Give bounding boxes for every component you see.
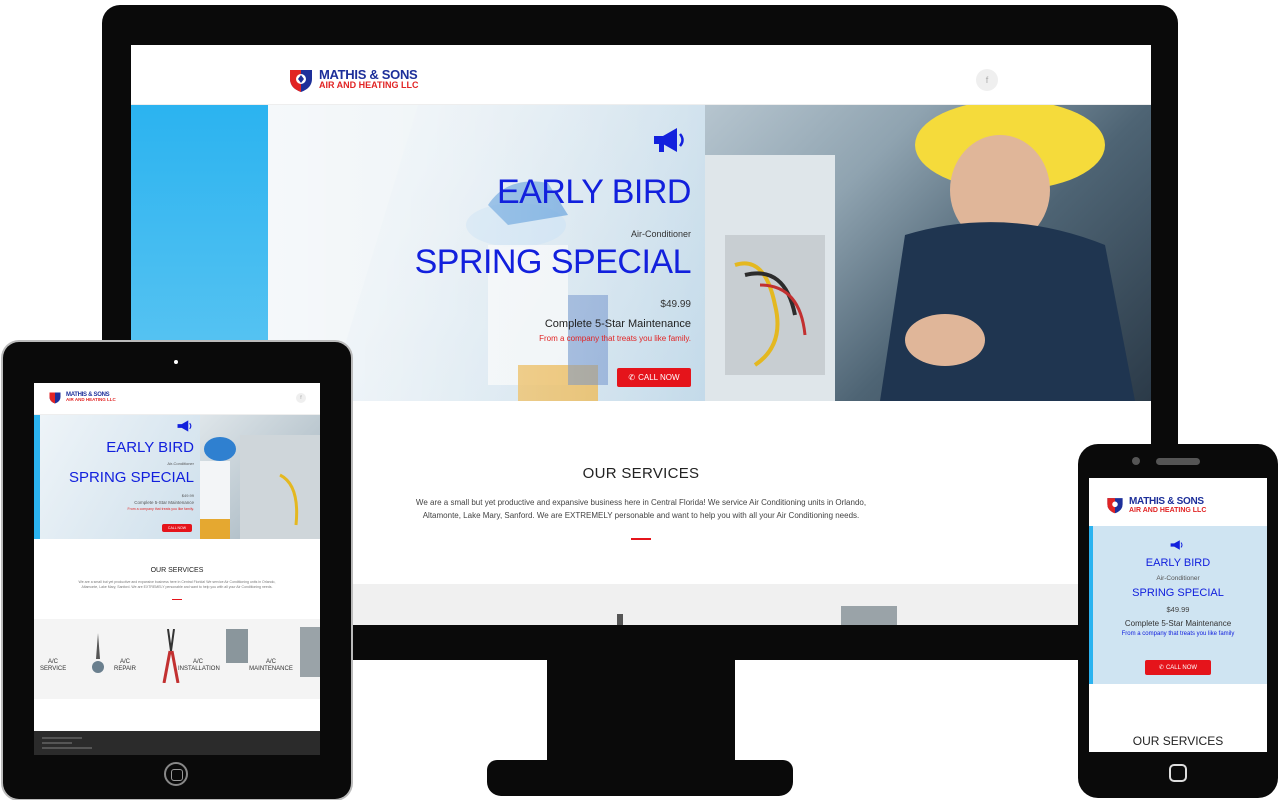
site-header: MATHIS & SONS AIR AND HEATING LLC f [131, 45, 1151, 105]
tablet-services-body: We are a small but yet productive and ex… [64, 580, 290, 591]
tablet-hero-service: Complete 5-Star Maintenance [134, 500, 194, 505]
tablet-megaphone-icon [176, 419, 194, 433]
hero-tagline: From a company that treats you like fami… [539, 334, 691, 343]
tablet-hero-photo-right [200, 415, 320, 539]
logo-line2: AIR AND HEATING LLC [319, 80, 419, 90]
phone-hero: EARLY BIRD Air-Conditioner SPRING SPECIA… [1089, 526, 1267, 684]
tablet-website: MATHIS & SONS AIR AND HEATING LLC f EARL… [34, 383, 320, 755]
service-item-ac-service[interactable]: A/C SERVICE [40, 659, 66, 672]
service-item-bottom: INSTALLATION [178, 665, 220, 672]
service-item-ac-maintenance[interactable]: A/C MAINTENANCE [248, 659, 294, 672]
phone-services-title: OUR SERVICES [1132, 734, 1224, 748]
phone-call-now-label: CALL NOW [1165, 664, 1198, 671]
monitor-neck [547, 658, 735, 768]
tablet-home-button[interactable] [164, 762, 188, 786]
footer-line [42, 747, 92, 749]
service-item-top: A/C [47, 659, 58, 665]
tool-image [617, 614, 623, 625]
ac-unit-small-image [226, 629, 248, 663]
hero-headline: EARLY BIRD [496, 173, 692, 211]
phone-logo[interactable]: MATHIS & SONS AIR AND HEATING LLC [1105, 496, 1206, 514]
service-item-bottom: MAINTENANCE [249, 665, 293, 672]
phone-hero-price: $49.99 [1166, 605, 1190, 614]
tablet-header: MATHIS & SONS AIR AND HEATING LLC f [34, 383, 320, 415]
footer-line [42, 737, 82, 739]
tablet-logo[interactable]: MATHIS & SONS AIR AND HEATING LLC [48, 391, 116, 404]
footer-line [42, 742, 72, 744]
service-item-bottom: SERVICE [40, 665, 67, 672]
tablet-services-body-line2: Altamonte, Lake Mary, Sanford. We are EX… [81, 585, 273, 590]
tablet-logo-shield-icon [49, 392, 61, 404]
phone-hero-service: Complete 5-Star Maintenance [1124, 619, 1232, 628]
tablet-services-title: OUR SERVICES [150, 567, 204, 574]
services-divider [631, 538, 651, 540]
service-item-ac-repair[interactable]: A/C REPAIR [112, 659, 138, 672]
tablet-footer [34, 731, 320, 755]
tablet-facebook-icon[interactable]: f [296, 393, 306, 403]
phone-megaphone-icon [1169, 538, 1185, 550]
tablet-hero: EARLY BIRD Air-Conditioner SPRING SPECIA… [34, 415, 320, 539]
hero-subheadline: SPRING SPECIAL [414, 243, 692, 281]
service-item-bottom: REPAIR [114, 665, 136, 672]
phone-speaker [1156, 458, 1200, 465]
tablet-services-divider [172, 599, 182, 600]
megaphone-icon [651, 125, 689, 155]
phone-logo-line1: MATHIS & SONS [1129, 495, 1204, 507]
tablet-camera [174, 360, 178, 364]
call-now-label: CALL NOW [638, 373, 680, 382]
hero-eyebrow: Air-Conditioner [630, 229, 691, 239]
tablet-services-grid: A/C SERVICE A/C REPAIR A/C INSTALLATION … [34, 619, 320, 699]
service-item-ac-installation[interactable]: A/C INSTALLATION [178, 659, 220, 672]
ac-condenser-image [300, 627, 320, 677]
hero-service: Complete 5-Star Maintenance [544, 318, 691, 330]
phone-camera [1132, 457, 1140, 465]
phone-home-button[interactable] [1161, 758, 1195, 788]
phone-hero-headline: EARLY BIRD [1145, 557, 1211, 569]
tablet-call-now-label: CALL NOW [167, 526, 187, 530]
phone-website: MATHIS & SONS AIR AND HEATING LLC EARLY … [1089, 478, 1267, 752]
service-item-top: A/C [265, 659, 276, 665]
phone-hero-subheadline: SPRING SPECIAL [1132, 587, 1224, 599]
tablet-hero-headline: EARLY BIRD [106, 439, 194, 456]
tablet-hero-tagline: From a company that treats you like fami… [127, 507, 194, 511]
tablet-hero-subheadline: SPRING SPECIAL [68, 469, 194, 486]
pliers-image [160, 628, 182, 684]
phone-logo-line2: AIR AND HEATING LLC [1129, 506, 1207, 514]
facebook-icon[interactable]: f [976, 69, 998, 91]
tablet-hero-eyebrow: Air-Conditioner [167, 461, 194, 466]
phone-hero-tagline: From a company that treats you like fami… [1121, 631, 1235, 637]
tablet-logo-line2: AIR AND HEATING LLC [66, 397, 116, 403]
logo-shield-icon [287, 67, 315, 92]
phone-call-now-button[interactable]: ✆ CALL NOW [1145, 660, 1211, 675]
hero-photo-worker [705, 105, 1151, 401]
phone-logo-shield-icon [1107, 498, 1123, 514]
logo[interactable]: MATHIS & SONS AIR AND HEATING LLC [287, 67, 419, 92]
ac-unit-image [841, 606, 897, 625]
service-item-top: A/C [192, 659, 203, 665]
call-now-button[interactable]: ✆ CALL NOW [617, 368, 691, 387]
tablet-call-now-button[interactable]: CALL NOW [162, 524, 192, 532]
phone-icon: ✆ [628, 373, 636, 382]
monitor-base [487, 760, 793, 796]
hero-price: $49.99 [660, 299, 691, 310]
service-item-top: A/C [119, 659, 130, 665]
tablet-hero-price: $49.99 [181, 493, 194, 498]
phone-hero-eyebrow: Air-Conditioner [1156, 575, 1200, 582]
phone-call-icon: ✆ [1158, 665, 1164, 671]
screwdriver-image [90, 633, 106, 673]
